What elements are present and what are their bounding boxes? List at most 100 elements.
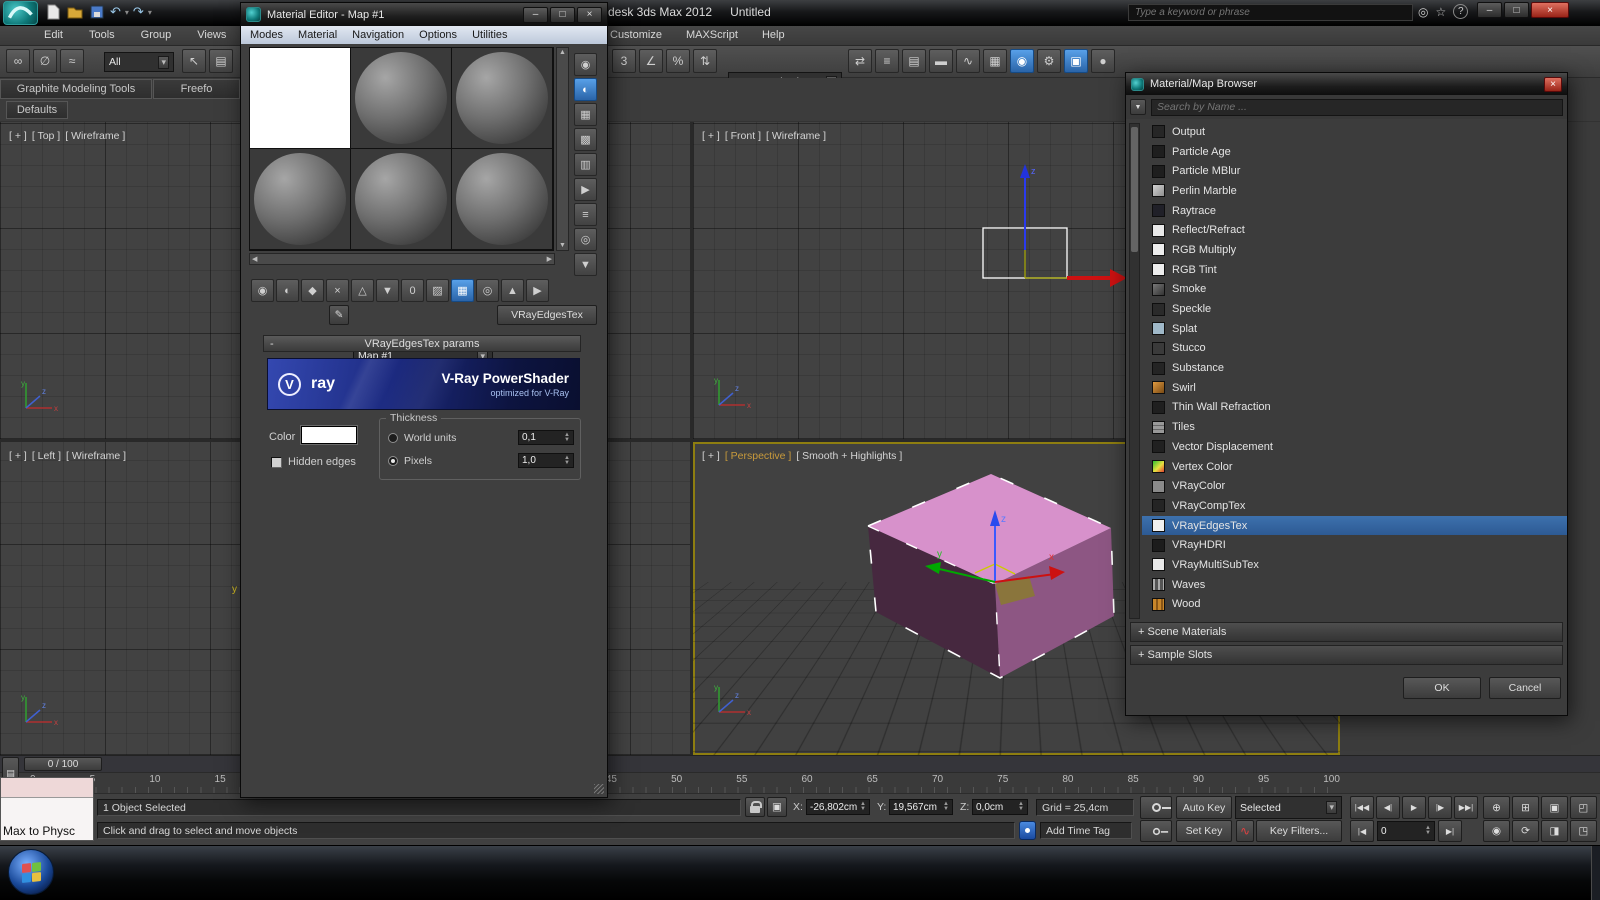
start-button[interactable] (8, 849, 54, 895)
me-tool-button[interactable]: ◐ (574, 78, 597, 101)
app-close-button[interactable]: × (1531, 2, 1569, 18)
map-list-item[interactable]: RGB Multiply (1142, 240, 1567, 260)
save-file-icon[interactable] (88, 3, 106, 21)
material-sample-slot[interactable] (351, 149, 451, 249)
hidden-edges-checkbox[interactable] (271, 456, 282, 468)
viewport-pov-label[interactable]: [ Left ] (32, 450, 61, 462)
map-list-item[interactable]: VRayHDRI (1142, 535, 1567, 555)
map-list-item[interactable]: Vector Displacement (1142, 437, 1567, 457)
time-slider[interactable]: 0 / 100 (24, 757, 102, 771)
toolbar-button[interactable]: ⚙ (1037, 49, 1061, 73)
me-menu-item[interactable]: Material (298, 29, 337, 41)
selection-set-dropdown[interactable]: Selected (1235, 796, 1342, 819)
toolbar-button[interactable]: ≡ (875, 49, 899, 73)
map-list-item[interactable]: Speckle (1142, 299, 1567, 319)
y-spinner[interactable] (943, 802, 949, 812)
auto-key-button[interactable]: Auto Key (1176, 796, 1232, 819)
map-list-item[interactable]: RGB Tint (1142, 260, 1567, 280)
toolbar-button[interactable]: ∠ (639, 49, 663, 73)
y-coordinate-field[interactable]: 19,567cm (889, 799, 953, 815)
me-menu-item[interactable]: Utilities (472, 29, 507, 41)
show-desktop-button[interactable] (1591, 846, 1600, 900)
viewport-pov-label[interactable]: [ Front ] (725, 130, 761, 142)
viewport-shading-label[interactable]: [ Wireframe ] (65, 130, 125, 142)
playback-button[interactable]: ◀| (1376, 796, 1400, 819)
me-tool-button[interactable]: ≡ (574, 203, 597, 226)
me-tool-button[interactable]: ▶ (526, 279, 549, 302)
menu-item[interactable]: Group (141, 29, 172, 41)
menu-item[interactable]: Help (762, 29, 785, 41)
map-list-item[interactable]: Vertex Color (1142, 457, 1567, 477)
group-sample-slots[interactable]: + Sample Slots (1130, 645, 1563, 665)
toolbar-button[interactable]: ▣ (1064, 49, 1088, 73)
key-mode-toggle[interactable] (1140, 820, 1172, 842)
map-list-item[interactable]: Perlin Marble (1142, 181, 1567, 201)
me-tool-button[interactable]: × (326, 279, 349, 302)
next-key-button[interactable]: ▶| (1438, 820, 1462, 842)
me-tool-button[interactable]: ◆ (301, 279, 324, 302)
undo-dropdown-icon[interactable]: ▾ (125, 8, 129, 17)
me-tool-button[interactable]: ▩ (574, 128, 597, 151)
rollout-collapse-icon[interactable]: - (270, 338, 274, 350)
map-list-item[interactable]: VRayColor (1142, 476, 1567, 496)
me-tool-button[interactable]: ▲ (501, 279, 524, 302)
app-minimize-button[interactable]: – (1477, 2, 1502, 18)
material-sample-slot[interactable] (452, 48, 552, 148)
me-tool-button[interactable]: 0 (401, 279, 424, 302)
viewport-plus-menu[interactable]: [ + ] (9, 450, 27, 462)
material-sample-slot[interactable] (250, 48, 350, 148)
set-keys-button[interactable] (1140, 796, 1172, 819)
world-units-spinner[interactable] (564, 433, 570, 443)
toolbar-button[interactable]: ● (1091, 49, 1115, 73)
map-list-item[interactable]: Splat (1142, 319, 1567, 339)
viewport-nav-button[interactable]: ▣ (1541, 796, 1568, 819)
z-spinner[interactable] (1018, 802, 1024, 812)
viewport-nav-button[interactable]: ◳ (1570, 820, 1597, 842)
viewport-plus-menu[interactable]: [ + ] (9, 130, 27, 142)
pick-material-eyedropper[interactable]: ✎ (329, 305, 349, 325)
browser-titlebar[interactable]: Material/Map Browser × (1126, 73, 1567, 95)
toolbar-button[interactable]: ▤ (902, 49, 926, 73)
material-sample-slot[interactable] (250, 149, 350, 249)
viewport-label[interactable]: [ + ] [ Front ] [ Wireframe ] (702, 130, 826, 142)
me-tool-button[interactable]: △ (351, 279, 374, 302)
me-close-button[interactable]: × (577, 6, 602, 23)
ok-button[interactable]: OK (1403, 677, 1481, 699)
viewport-pov-label[interactable]: [ Perspective ] (725, 450, 792, 462)
application-menu-button[interactable] (3, 1, 38, 25)
undo-icon[interactable]: ↶ (110, 4, 121, 20)
map-list-item[interactable]: Raytrace (1142, 201, 1567, 221)
map-list-item[interactable]: VRayCompTex (1142, 496, 1567, 516)
browser-options-icon[interactable]: ▼ (1130, 99, 1146, 115)
me-tool-button[interactable]: ◉ (251, 279, 274, 302)
me-tool-button[interactable]: ▥ (574, 153, 597, 176)
maxscript-mini-listener[interactable]: Max to Physc (0, 777, 94, 841)
menu-item[interactable]: Tools (89, 29, 115, 41)
map-list-item[interactable]: Wood (1142, 595, 1567, 615)
me-maximize-button[interactable]: □ (550, 6, 575, 23)
browser-close-button[interactable]: × (1544, 76, 1562, 92)
toolbar-button[interactable]: ◉ (1010, 49, 1034, 73)
viewport-nav-button[interactable]: ⟳ (1512, 820, 1539, 842)
viewport-nav-button[interactable]: ◉ (1483, 820, 1510, 842)
me-minimize-button[interactable]: – (523, 6, 548, 23)
viewport-label[interactable]: [ + ] [ Left ] [ Wireframe ] (9, 450, 126, 462)
me-tool-button[interactable]: ◎ (574, 228, 597, 251)
set-key-button[interactable]: Set Key (1176, 820, 1232, 842)
map-list-item[interactable]: Smoke (1142, 280, 1567, 300)
pixels-field[interactable]: 1,0 (518, 453, 574, 468)
map-list-item[interactable]: Waves (1142, 575, 1567, 595)
viewport-nav-button[interactable]: ⊕ (1483, 796, 1510, 819)
x-spinner[interactable] (860, 802, 866, 812)
default-tangent-icon[interactable]: ∿ (1236, 820, 1254, 842)
group-scene-materials[interactable]: + Scene Materials (1130, 622, 1563, 642)
rollout-vrayedgestex-params[interactable]: - VRayEdgesTex params (263, 335, 581, 352)
add-time-tag[interactable]: Add Time Tag (1040, 822, 1132, 839)
menu-item[interactable]: Views (197, 29, 226, 41)
material-sample-slot[interactable] (351, 48, 451, 148)
tab-freeform[interactable]: Freefo (153, 79, 240, 99)
map-list-item[interactable]: Substance (1142, 358, 1567, 378)
viewport-shading-label[interactable]: [ Wireframe ] (766, 130, 826, 142)
material-sample-slot[interactable] (452, 149, 552, 249)
map-list-item[interactable]: Reflect/Refract (1142, 220, 1567, 240)
